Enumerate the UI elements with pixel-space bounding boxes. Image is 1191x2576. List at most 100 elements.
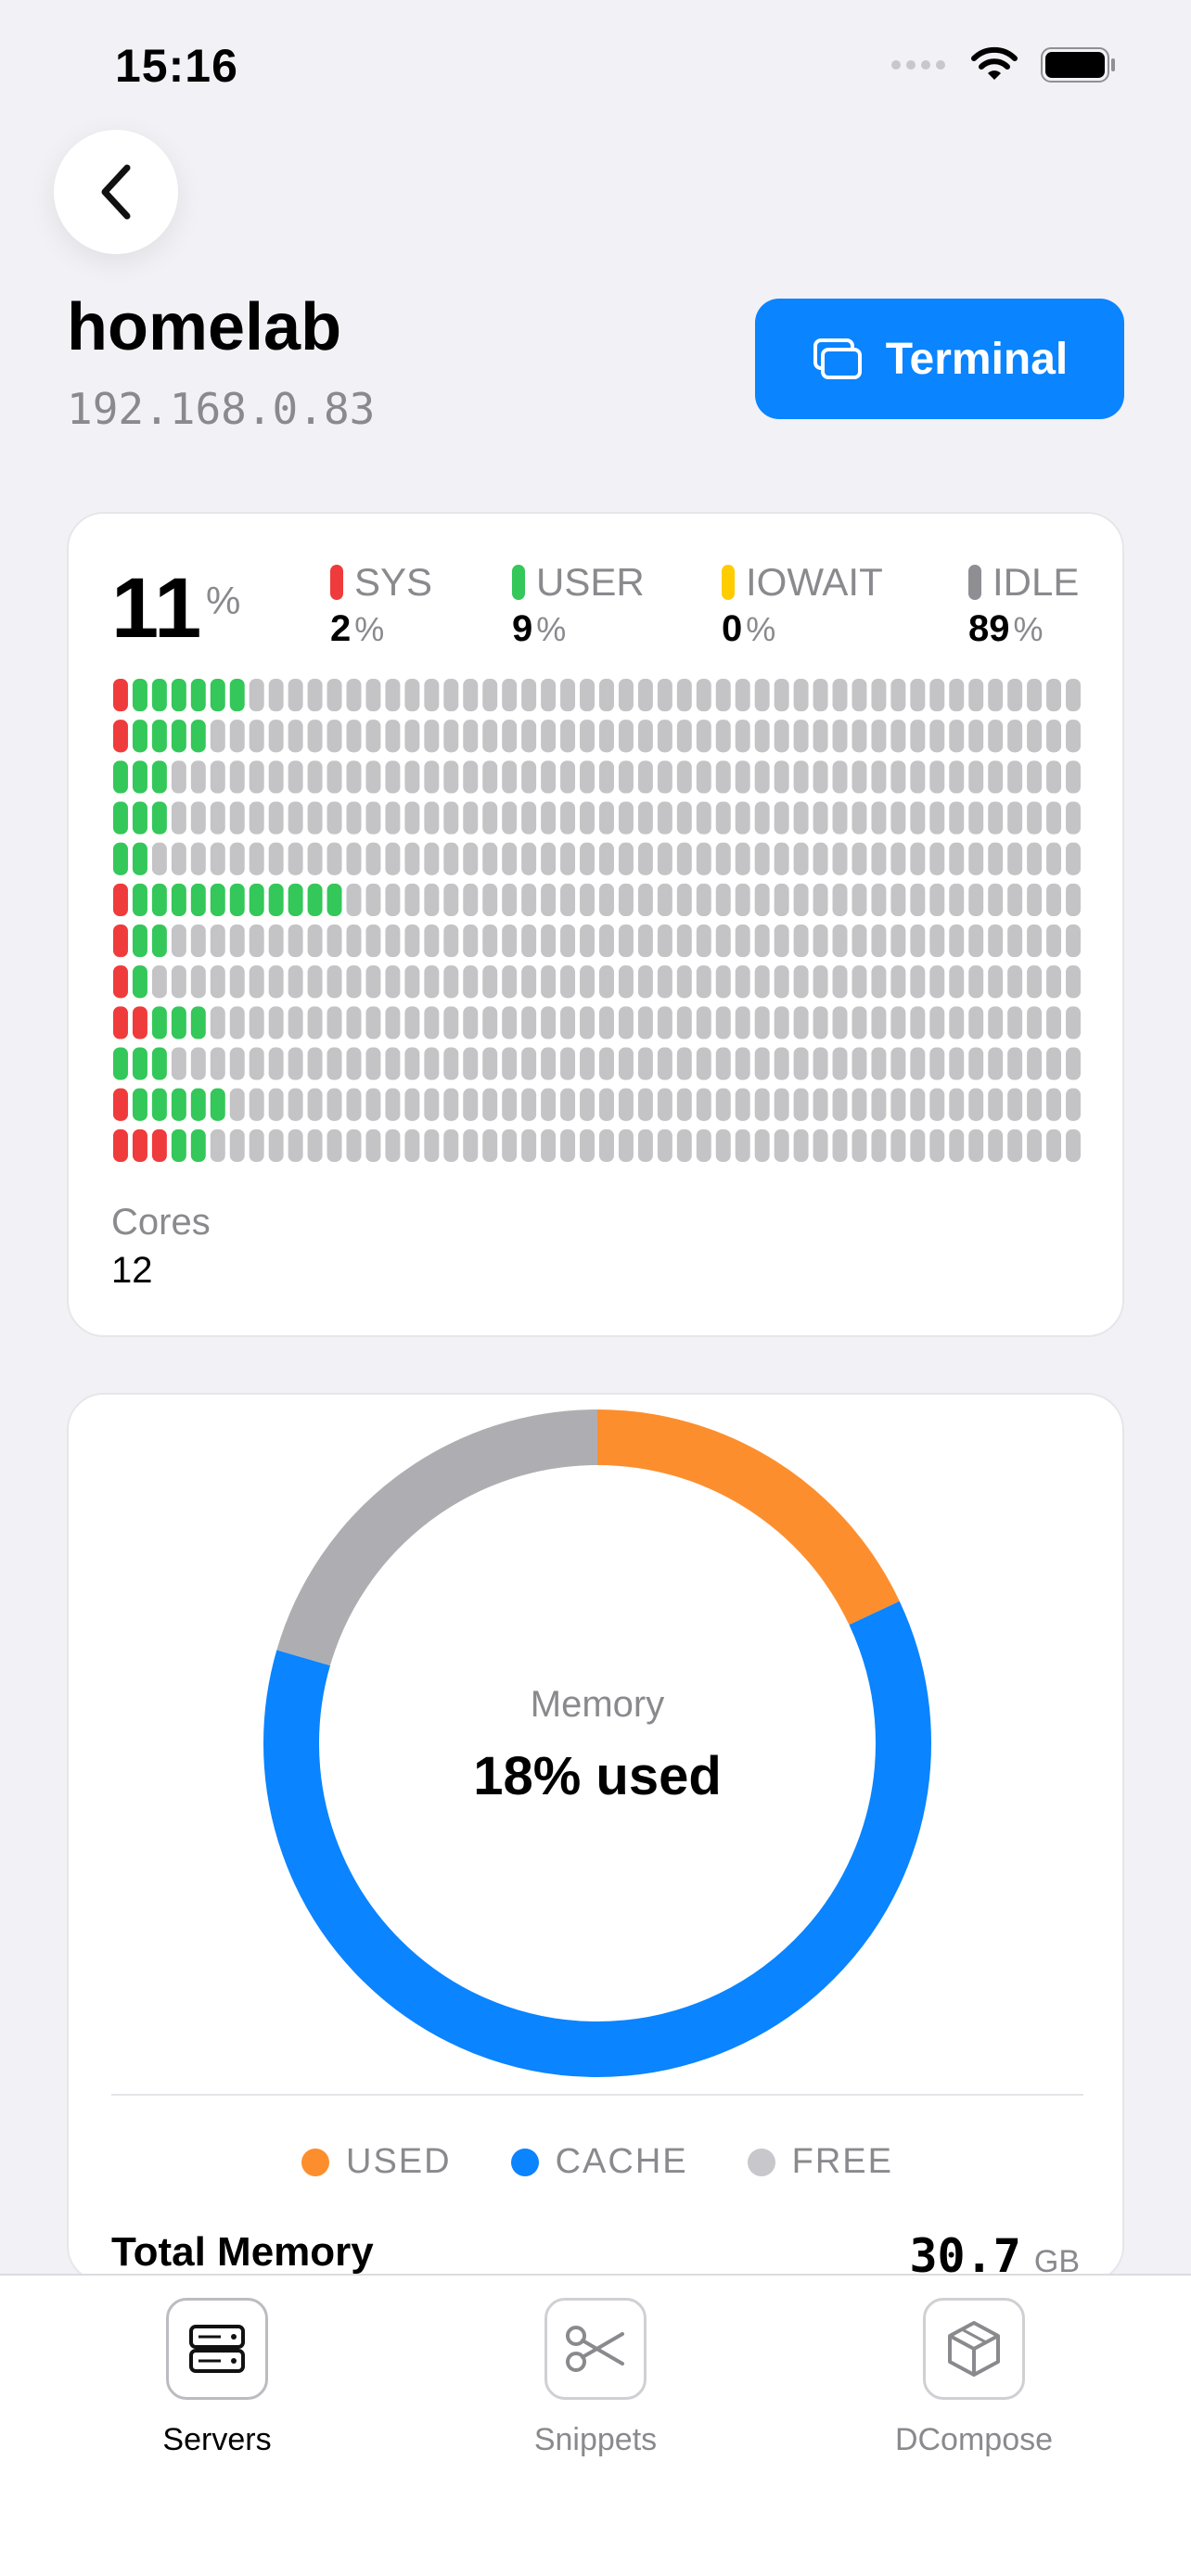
memory-legend: USED CACHE FREE — [69, 2142, 1122, 2182]
core-6-segment — [949, 883, 965, 916]
core-1-segment — [852, 679, 867, 712]
core-1-segment — [1007, 679, 1023, 712]
core-5-segment — [832, 842, 848, 875]
core-7-segment — [268, 925, 284, 958]
core-5-segment — [1027, 842, 1043, 875]
core-9-segment — [288, 1006, 303, 1039]
back-button[interactable] — [54, 130, 178, 254]
terminal-button-label: Terminal — [885, 334, 1069, 384]
core-11-segment — [171, 1088, 186, 1121]
core-12-segment — [171, 1129, 186, 1162]
core-3-segment — [657, 760, 672, 794]
core-12-segment — [968, 1129, 984, 1162]
core-12-segment — [657, 1129, 672, 1162]
core-7-segment — [696, 925, 711, 958]
core-7-segment — [346, 925, 362, 958]
core-5-segment — [521, 842, 537, 875]
core-6-segment — [385, 883, 401, 916]
core-8-segment — [307, 965, 323, 999]
core-2-segment — [113, 720, 128, 753]
core-9-segment — [463, 1006, 479, 1039]
core-3-segment — [210, 760, 225, 794]
core-12-segment — [793, 1129, 809, 1162]
core-5-segment — [910, 842, 926, 875]
core-4-segment — [365, 801, 381, 835]
core-8-segment — [754, 965, 770, 999]
tab-dcompose[interactable]: DCompose — [835, 2298, 1113, 2458]
core-12-segment — [151, 1129, 167, 1162]
core-12-segment — [1027, 1129, 1043, 1162]
core-8-segment — [190, 965, 206, 999]
tab-snippets[interactable]: Snippets — [456, 2298, 735, 2458]
core-8-segment — [424, 965, 440, 999]
core-5-segment — [929, 842, 945, 875]
core-6-segment — [715, 883, 731, 916]
core-5-segment — [288, 842, 303, 875]
core-1-segment — [171, 679, 186, 712]
core-5-segment — [676, 842, 692, 875]
core-12-segment — [949, 1129, 965, 1162]
core-2-segment — [1007, 720, 1023, 753]
core-7-segment — [871, 925, 887, 958]
tab-servers[interactable]: Servers — [78, 2298, 356, 2458]
core-12-segment — [229, 1129, 245, 1162]
core-7-segment — [541, 925, 557, 958]
core-11-segment — [774, 1088, 789, 1121]
core-5-segment — [463, 842, 479, 875]
core-7-segment — [249, 925, 264, 958]
core-7-segment — [443, 925, 459, 958]
core-11-segment — [229, 1088, 245, 1121]
core-4-segment — [949, 801, 965, 835]
core-8-segment — [949, 965, 965, 999]
core-11-segment — [735, 1088, 750, 1121]
wifi-icon — [971, 46, 1018, 80]
core-2-segment — [988, 720, 1004, 753]
core-11-segment — [327, 1088, 342, 1121]
core-9-segment — [249, 1006, 264, 1039]
core-1-segment — [813, 679, 828, 712]
core-12-segment — [541, 1129, 557, 1162]
core-3-segment — [151, 760, 167, 794]
core-3-segment — [365, 760, 381, 794]
core-10-segment — [813, 1047, 828, 1080]
core-2-segment — [1046, 720, 1062, 753]
core-10-segment — [735, 1047, 750, 1080]
core-7-segment — [1046, 925, 1062, 958]
core-1-segment — [735, 679, 750, 712]
core-10-segment — [502, 1047, 518, 1080]
core-7-segment — [968, 925, 984, 958]
core-6-segment — [171, 883, 186, 916]
core-8-segment — [541, 965, 557, 999]
core-8-segment — [229, 965, 245, 999]
core-11-segment — [365, 1088, 381, 1121]
core-11-segment — [443, 1088, 459, 1121]
core-5-segment — [618, 842, 634, 875]
core-12-segment — [890, 1129, 906, 1162]
core-6-segment — [113, 883, 128, 916]
legend-free-dot — [747, 2148, 775, 2176]
core-3-segment — [288, 760, 303, 794]
core-1-segment — [365, 679, 381, 712]
core-11-segment — [404, 1088, 420, 1121]
core-4-segment — [482, 801, 498, 835]
core-2-segment — [715, 720, 731, 753]
core-7-segment — [404, 925, 420, 958]
core-3-segment — [676, 760, 692, 794]
core-6-segment — [424, 883, 440, 916]
core-6-segment — [307, 883, 323, 916]
core-6-segment — [268, 883, 284, 916]
core-12-segment — [404, 1129, 420, 1162]
core-8-segment — [890, 965, 906, 999]
core-1-segment — [132, 679, 147, 712]
core-2-segment — [424, 720, 440, 753]
terminal-button[interactable]: Terminal — [755, 299, 1124, 419]
core-4-segment — [502, 801, 518, 835]
core-4-segment — [1066, 801, 1081, 835]
core-1-segment — [988, 679, 1004, 712]
core-4-segment — [521, 801, 537, 835]
core-1-segment — [657, 679, 672, 712]
core-4-segment — [735, 801, 750, 835]
core-2-segment — [443, 720, 459, 753]
core-11-segment — [560, 1088, 576, 1121]
battery-icon — [1041, 47, 1115, 83]
